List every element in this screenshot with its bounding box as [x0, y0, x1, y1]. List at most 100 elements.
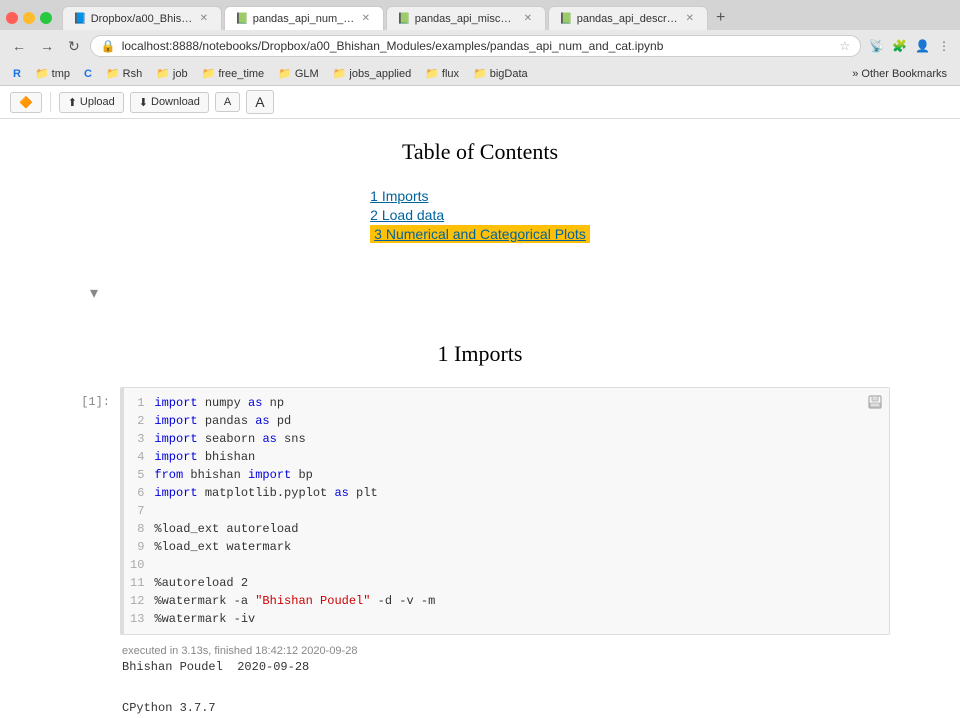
toc-section: Table of Contents 1 Imports 2 Load data … — [70, 139, 890, 245]
bookmark-r[interactable]: R — [8, 66, 26, 82]
upload-label: Upload — [80, 96, 115, 108]
cast-icon[interactable]: 📡 — [867, 37, 886, 55]
bookmark-other[interactable]: » Other Bookmarks — [847, 66, 952, 82]
tab-1[interactable]: 📘 Dropbox/a00_Bhishan_Module... ✕ — [62, 6, 222, 30]
tab-3-title: pandas_api_misc_plots - Jupy... — [415, 13, 517, 25]
upload-icon: ⬆ — [68, 96, 77, 109]
browser-window: 📘 Dropbox/a00_Bhishan_Module... ✕ 📗 pand… — [0, 0, 960, 718]
cell-1-label: [1]: — [70, 387, 110, 635]
tab-2-close[interactable]: ✕ — [359, 12, 373, 25]
tab-4[interactable]: 📗 pandas_api_description - Jupy... ✕ — [548, 6, 708, 30]
tab-1-close[interactable]: ✕ — [197, 12, 211, 25]
tab-2-favicon: 📗 — [235, 12, 249, 25]
refresh-button[interactable]: ↻ — [64, 36, 84, 57]
cell-1-content: 12345678910111213 import numpy as np imp… — [120, 387, 890, 635]
toc-item-1: 1 Imports — [370, 188, 590, 204]
chevron-down-icon[interactable]: ▾ — [90, 285, 98, 302]
tab-bar: 📘 Dropbox/a00_Bhishan_Module... ✕ 📗 pand… — [0, 0, 960, 30]
upload-button[interactable]: ⬆ Upload — [59, 92, 124, 113]
bookmark-other-label: Other Bookmarks — [861, 68, 947, 80]
tab-3-close[interactable]: ✕ — [521, 12, 535, 25]
section-imports-title: 1 Imports — [70, 341, 890, 367]
bookmark-r-icon: R — [13, 68, 21, 80]
bookmark-jobs-applied-icon: 📁 — [333, 67, 347, 80]
close-traffic-light[interactable] — [6, 12, 18, 24]
bookmark-free-time-icon: 📁 — [202, 67, 216, 80]
text-size-small-button[interactable]: A — [215, 92, 240, 112]
tab-4-close[interactable]: ✕ — [683, 12, 697, 25]
bookmark-bigdata-label: bigData — [490, 68, 528, 80]
tab-3[interactable]: 📗 pandas_api_misc_plots - Jupy... ✕ — [386, 6, 546, 30]
bookmarks-bar: R 📁 tmp C 📁 Rsh 📁 job 📁 free_time 📁 GLM … — [0, 62, 960, 86]
notebook-content: Table of Contents 1 Imports 2 Load data … — [30, 119, 930, 718]
bookmark-flux[interactable]: 📁 flux — [420, 65, 464, 82]
notebook-area: Table of Contents 1 Imports 2 Load data … — [0, 119, 960, 718]
tab-3-favicon: 📗 — [397, 12, 411, 25]
bookmark-free-time[interactable]: 📁 free_time — [197, 65, 270, 82]
back-button[interactable]: ← — [8, 36, 30, 56]
bookmark-jobs-applied-label: jobs_applied — [349, 68, 411, 80]
maximize-traffic-light[interactable] — [40, 12, 52, 24]
url-box[interactable]: 🔒 localhost:8888/notebooks/Dropbox/a00_B… — [90, 35, 861, 57]
bookmark-bigdata[interactable]: 📁 bigData — [468, 65, 533, 82]
text-small-icon: A — [224, 96, 231, 108]
traffic-lights — [6, 12, 52, 24]
bookmark-other-icon: » — [852, 68, 858, 80]
bookmark-tmp-icon: 📁 — [35, 67, 49, 80]
toc-title: Table of Contents — [70, 139, 890, 165]
tab-4-title: pandas_api_description - Jupy... — [577, 13, 679, 25]
toc-link-1[interactable]: 1 Imports — [370, 188, 428, 204]
lock-icon: 🔒 — [101, 39, 116, 53]
tab-4-favicon: 📗 — [559, 12, 573, 25]
code-block-1: 12345678910111213 import numpy as np imp… — [121, 388, 889, 634]
code-cell-1: [1]: 12345678910111213 import numpy as n… — [70, 387, 890, 635]
bookmark-rsh-label: Rsh — [123, 68, 143, 80]
bookmark-flux-label: flux — [442, 68, 459, 80]
bookmark-jobs-applied[interactable]: 📁 jobs_applied — [328, 65, 416, 82]
bookmark-c[interactable]: C — [79, 66, 97, 82]
bookmark-glm[interactable]: 📁 GLM — [273, 65, 324, 82]
toc-link-2[interactable]: 2 Load data — [370, 207, 444, 223]
toc-list: 1 Imports 2 Load data 3 Numerical and Ca… — [370, 185, 590, 245]
bookmark-job[interactable]: 📁 job — [151, 65, 192, 82]
bookmark-star-icon[interactable]: ☆ — [839, 39, 850, 53]
text-size-large-button[interactable]: A — [246, 90, 273, 114]
bookmark-rsh[interactable]: 📁 Rsh — [101, 65, 147, 82]
minimize-traffic-light[interactable] — [23, 12, 35, 24]
extensions-icon[interactable]: 🧩 — [890, 37, 909, 55]
toolbar-separator-1 — [50, 92, 51, 112]
cell-save-icon[interactable] — [867, 394, 883, 413]
jupyter-logo-icon: 🔶 — [19, 96, 33, 109]
notebook-toolbar: 🔶 ⬆ Upload ⬇ Download A A — [0, 86, 960, 119]
address-bar: ← → ↻ 🔒 localhost:8888/notebooks/Dropbox… — [0, 30, 960, 62]
bookmark-job-label: job — [173, 68, 188, 80]
address-icons: 📡 🧩 👤 ⋮ — [867, 37, 952, 55]
output-line-1: Bhishan Poudel 2020-09-28 — [122, 657, 890, 677]
toc-item-2: 2 Load data — [370, 207, 590, 223]
jupyter-home-button[interactable]: 🔶 — [10, 92, 42, 113]
text-large-icon: A — [255, 94, 264, 110]
url-text: localhost:8888/notebooks/Dropbox/a00_Bhi… — [122, 39, 834, 53]
bookmark-tmp-label: tmp — [52, 68, 70, 80]
bookmark-free-time-label: free_time — [218, 68, 264, 80]
download-icon: ⬇ — [139, 96, 148, 109]
new-tab-button[interactable]: + — [710, 9, 731, 27]
menu-icon[interactable]: ⋮ — [936, 37, 952, 55]
bookmark-c-icon: C — [84, 68, 92, 80]
output-line-cpython: CPython 3.7.7 — [122, 698, 890, 718]
download-button[interactable]: ⬇ Download — [130, 92, 209, 113]
code-content-1[interactable]: import numpy as np import pandas as pd i… — [154, 394, 435, 628]
bookmark-glm-icon: 📁 — [278, 67, 292, 80]
tab-1-title: Dropbox/a00_Bhishan_Module... — [91, 13, 193, 25]
line-numbers: 12345678910111213 — [130, 394, 154, 628]
forward-button[interactable]: → — [36, 36, 58, 56]
tab-2[interactable]: 📗 pandas_api_num_and_cat - Ju... ✕ — [224, 6, 384, 30]
bookmark-flux-icon: 📁 — [425, 67, 439, 80]
executed-label: executed in 3.13s, finished 18:42:12 202… — [122, 645, 890, 657]
bookmark-job-icon: 📁 — [156, 67, 170, 80]
tab-2-title: pandas_api_num_and_cat - Ju... — [253, 13, 355, 25]
download-label: Download — [151, 96, 200, 108]
bookmark-tmp[interactable]: 📁 tmp — [30, 65, 75, 82]
toc-link-3[interactable]: 3 Numerical and Categorical Plots — [370, 225, 590, 243]
profile-icon[interactable]: 👤 — [913, 37, 932, 55]
